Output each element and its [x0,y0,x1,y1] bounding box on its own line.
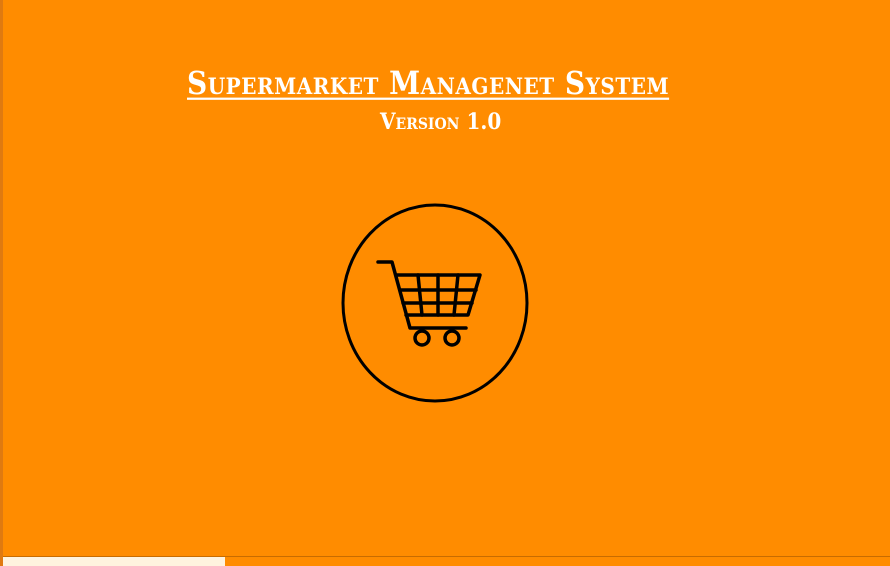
window-edge [0,0,3,566]
splash-screen: Supermarket Managenet System Version 1.0 [0,0,890,566]
version-label: Version 1.0 [380,108,502,135]
cart-emblem [340,202,530,404]
shopping-cart-icon [341,203,529,403]
loading-progress-fill [3,557,225,566]
cart-glyph [376,260,482,347]
loading-progress-bar [3,556,890,566]
app-title: Supermarket Managenet System [187,65,670,103]
